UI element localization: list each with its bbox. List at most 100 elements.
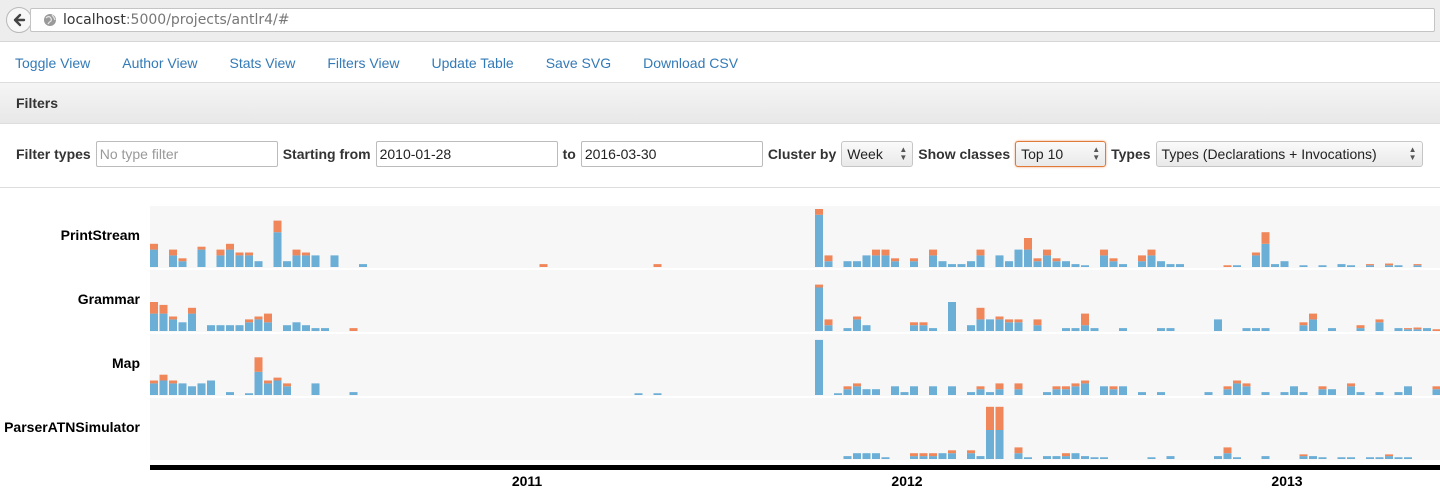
bar-declarations	[283, 386, 291, 395]
filters-panel: Filter types No type filter Starting fro…	[0, 124, 1440, 188]
arrow-left-icon	[11, 12, 27, 28]
bar-declarations	[853, 319, 861, 331]
bar-declarations	[255, 261, 263, 267]
bar-declarations	[1338, 264, 1346, 267]
nav-author-view[interactable]: Author View	[122, 55, 197, 71]
bar-invocations	[910, 453, 918, 456]
bar-declarations	[996, 389, 1004, 395]
bar-declarations	[1347, 386, 1355, 395]
x-tick-label: 2011	[512, 473, 543, 486]
bar-declarations	[1034, 325, 1042, 331]
bar-declarations	[1081, 325, 1089, 331]
bar-declarations	[910, 261, 918, 267]
bar-declarations	[160, 381, 168, 396]
spinner-arrows-icon: ▲▼	[899, 146, 907, 162]
chart-row: Map	[112, 334, 1440, 396]
bar-invocations	[996, 317, 1004, 320]
address-bar[interactable]: localhost:5000/projects/antlr4/#	[30, 8, 1435, 32]
bar-invocations	[188, 308, 196, 314]
types-select[interactable]: Types (Declarations + Invocations) ▲▼	[1156, 141, 1423, 167]
bar-declarations	[815, 288, 823, 332]
bar-invocations	[236, 253, 244, 256]
bar-invocations	[1243, 383, 1251, 386]
start-date-input[interactable]: 2010-01-28	[376, 141, 558, 167]
show-classes-select[interactable]: Top 10 ▲▼	[1015, 141, 1106, 167]
bar-declarations	[359, 264, 367, 267]
bar-declarations	[169, 383, 177, 395]
bar-declarations	[1167, 264, 1175, 267]
bar-declarations	[977, 319, 985, 331]
bar-declarations	[986, 319, 994, 331]
bar-declarations	[1243, 386, 1251, 395]
bar-declarations	[150, 314, 158, 331]
bar-declarations	[1081, 383, 1089, 395]
bar-invocations	[150, 381, 158, 384]
bar-declarations	[283, 261, 291, 267]
nav-toggle-view[interactable]: Toggle View	[15, 55, 90, 71]
bar-declarations	[236, 255, 244, 267]
chart-row: PrintStream	[61, 206, 1440, 268]
bar-declarations	[1119, 386, 1127, 395]
end-date-input[interactable]: 2016-03-30	[581, 141, 763, 167]
bar-declarations	[1005, 322, 1013, 331]
bar-declarations	[198, 383, 206, 395]
filter-types-input[interactable]: No type filter	[96, 141, 278, 167]
bar-declarations	[1091, 328, 1099, 331]
nav-stats-view[interactable]: Stats View	[229, 55, 295, 71]
bar-invocations	[274, 378, 282, 381]
row-label: PrintStream	[61, 227, 140, 243]
bar-declarations	[1300, 265, 1308, 267]
bar-invocations	[815, 285, 823, 288]
bar-declarations	[1262, 392, 1270, 395]
bar-invocations	[1224, 386, 1232, 389]
bar-declarations	[293, 322, 301, 331]
bar-declarations	[207, 381, 215, 396]
bar-declarations	[1262, 328, 1270, 331]
bar-declarations	[1205, 392, 1213, 395]
bar-invocations	[1252, 253, 1260, 256]
nav-update-table[interactable]: Update Table	[431, 55, 513, 71]
bar-declarations	[1319, 389, 1327, 395]
bar-invocations	[1015, 447, 1023, 453]
bar-declarations	[1062, 328, 1070, 331]
cluster-by-select[interactable]: Week ▲▼	[841, 141, 913, 167]
bar-declarations	[226, 392, 234, 395]
bar-declarations	[977, 389, 985, 395]
bar-declarations	[226, 250, 234, 267]
bar-declarations	[312, 255, 320, 267]
back-button[interactable]	[6, 7, 32, 33]
bar-invocations	[293, 250, 301, 256]
bar-declarations	[1404, 329, 1412, 331]
nav-save-svg[interactable]: Save SVG	[546, 55, 611, 71]
bar-declarations	[1347, 457, 1355, 459]
bar-declarations	[939, 453, 947, 459]
bar-declarations	[1157, 392, 1165, 395]
spinner-arrows-icon: ▲▼	[1409, 146, 1417, 162]
bar-invocations	[169, 381, 177, 384]
bar-declarations	[815, 340, 823, 395]
bar-invocations	[1053, 386, 1061, 389]
bar-declarations	[1062, 456, 1070, 459]
bar-declarations	[1214, 319, 1222, 331]
nav-download-csv[interactable]: Download CSV	[643, 55, 738, 71]
starting-from-label: Starting from	[283, 146, 371, 162]
bar-declarations	[169, 255, 177, 267]
bar-declarations	[179, 261, 187, 267]
bar-invocations	[1081, 314, 1089, 326]
row-background	[150, 398, 1440, 460]
bar-declarations	[1024, 250, 1032, 267]
bar-declarations	[1110, 261, 1118, 267]
nav-filters-view[interactable]: Filters View	[327, 55, 399, 71]
bar-declarations	[977, 456, 985, 459]
bar-invocations	[1366, 264, 1374, 265]
bar-invocations	[1015, 383, 1023, 389]
bar-invocations	[169, 250, 177, 256]
x-tick-label: 2013	[1271, 473, 1302, 486]
bar-invocations	[226, 244, 234, 250]
bar-declarations	[217, 325, 225, 331]
bar-declarations	[929, 255, 937, 267]
bar-declarations	[1357, 392, 1365, 395]
bar-invocations	[1404, 328, 1412, 329]
bar-declarations	[1224, 389, 1232, 395]
bar-invocations	[1300, 322, 1308, 325]
